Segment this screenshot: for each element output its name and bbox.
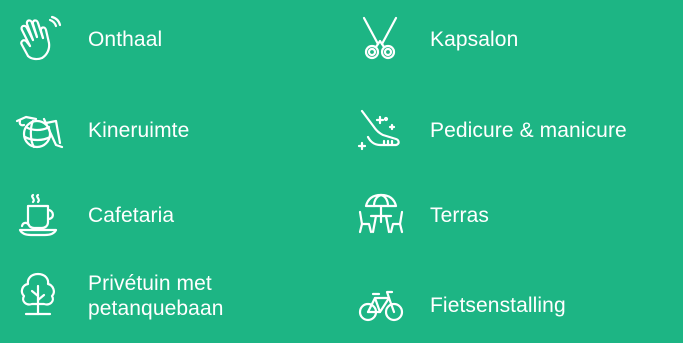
facility-label: Onthaal [88,27,163,51]
facility-label: Fietsenstalling [430,293,566,317]
facilities-panel: Onthaal Kineruimte Cafetaria Privétuin m… [0,0,683,343]
foot-care-icon [356,105,406,155]
tree-icon [14,270,64,320]
facility-label: Kapsalon [430,27,519,51]
facility-fietsenstalling: Fietsenstalling [356,280,566,330]
facility-cafetaria: Cafetaria [14,190,174,240]
scissors-icon [356,14,406,64]
bicycle-icon [356,280,406,330]
facility-label: Pedicure & manicure [430,118,627,142]
facility-label: Cafetaria [88,203,175,227]
facility-label: Kineruimte [88,118,190,142]
coffee-cup-icon [14,190,64,240]
facility-kapsalon: Kapsalon [356,14,518,64]
facility-kineruimte: Kineruimte [14,105,189,155]
facility-onthaal: Onthaal [14,14,162,64]
exercise-ball-icon [14,105,64,155]
facility-label: Terras [430,203,489,227]
facility-terras: Terras [356,190,489,240]
terrace-table-umbrella-icon [356,190,406,240]
facility-pedicure: Pedicure & manicure [356,105,627,155]
facility-privetuin: Privétuin met petanquebaan [14,270,278,320]
facility-label: Privétuin met petanquebaan [88,272,224,320]
waving-hand-icon [14,14,64,64]
